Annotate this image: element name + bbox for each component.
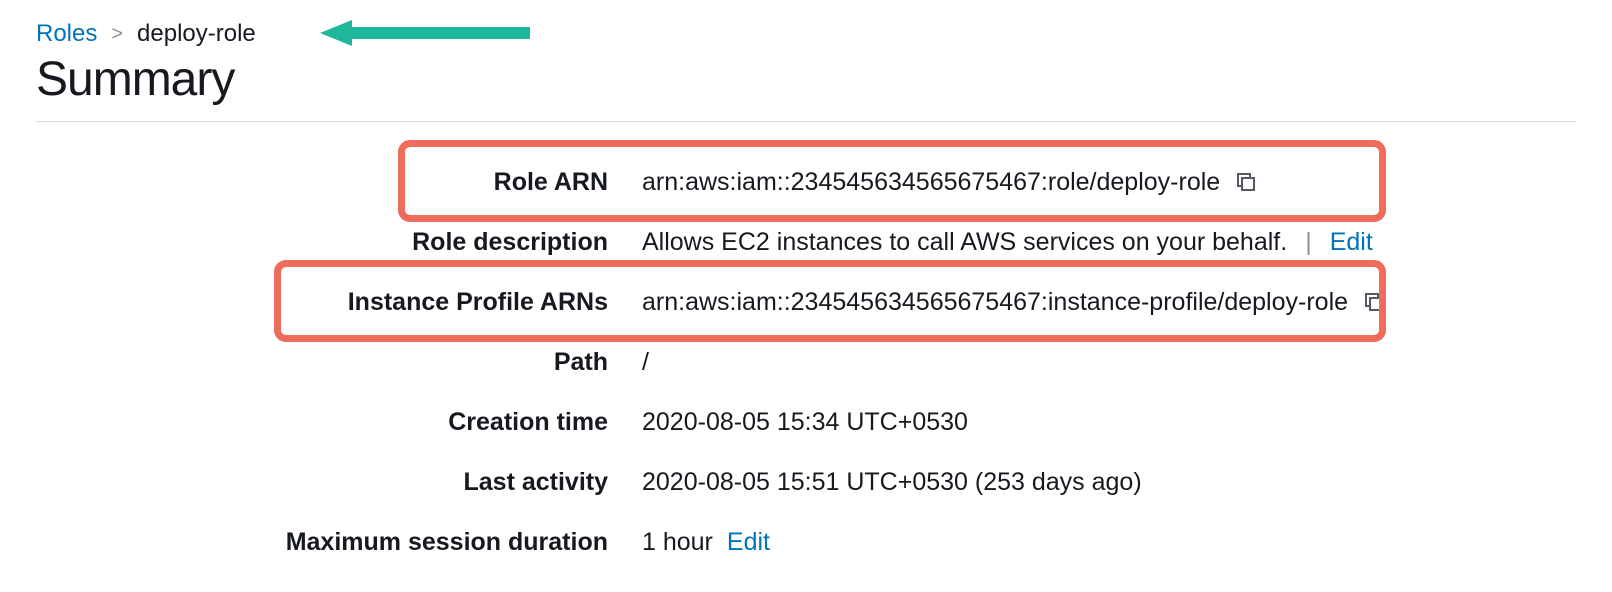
annotation-arrow — [320, 18, 530, 48]
divider — [36, 121, 1576, 122]
label-creation-time: Creation time — [36, 408, 642, 437]
copy-icon[interactable] — [1362, 290, 1386, 314]
breadcrumb-separator: > — [111, 23, 123, 46]
row-instance-profile-arns: Instance Profile ARNs arn:aws:iam::23454… — [36, 272, 1576, 332]
label-role-arn: Role ARN — [36, 168, 642, 197]
summary-table: Role ARN arn:aws:iam::234545634565675467… — [36, 152, 1576, 572]
separator: | — [1301, 228, 1316, 257]
row-max-session-duration: Maximum session duration 1 hour Edit — [36, 512, 1576, 572]
row-last-activity: Last activity 2020-08-05 15:51 UTC+0530 … — [36, 452, 1576, 512]
value-role-arn: arn:aws:iam::234545634565675467:role/dep… — [642, 168, 1220, 197]
edit-session-duration-link[interactable]: Edit — [727, 528, 770, 557]
row-path: Path / — [36, 332, 1576, 392]
value-instance-profile-arns: arn:aws:iam::234545634565675467:instance… — [642, 288, 1348, 317]
breadcrumb-current: deploy-role — [137, 20, 256, 48]
value-last-activity: 2020-08-05 15:51 UTC+0530 (253 days ago) — [642, 468, 1142, 497]
row-role-arn: Role ARN arn:aws:iam::234545634565675467… — [36, 152, 1576, 212]
breadcrumb-roles-link[interactable]: Roles — [36, 20, 97, 48]
label-path: Path — [36, 348, 642, 377]
row-creation-time: Creation time 2020-08-05 15:34 UTC+0530 — [36, 392, 1576, 452]
value-creation-time: 2020-08-05 15:34 UTC+0530 — [642, 408, 968, 437]
breadcrumb: Roles > deploy-role — [36, 20, 1576, 48]
page-title: Summary — [36, 52, 1576, 107]
value-max-session-duration: 1 hour — [642, 528, 713, 557]
value-role-description: Allows EC2 instances to call AWS service… — [642, 228, 1287, 257]
label-last-activity: Last activity — [36, 468, 642, 497]
label-instance-profile-arns: Instance Profile ARNs — [36, 288, 642, 317]
value-path: / — [642, 348, 649, 377]
edit-description-link[interactable]: Edit — [1330, 228, 1373, 257]
label-max-session-duration: Maximum session duration — [36, 528, 642, 557]
copy-icon[interactable] — [1234, 170, 1258, 194]
label-role-description: Role description — [36, 228, 642, 257]
row-role-description: Role description Allows EC2 instances to… — [36, 212, 1576, 272]
